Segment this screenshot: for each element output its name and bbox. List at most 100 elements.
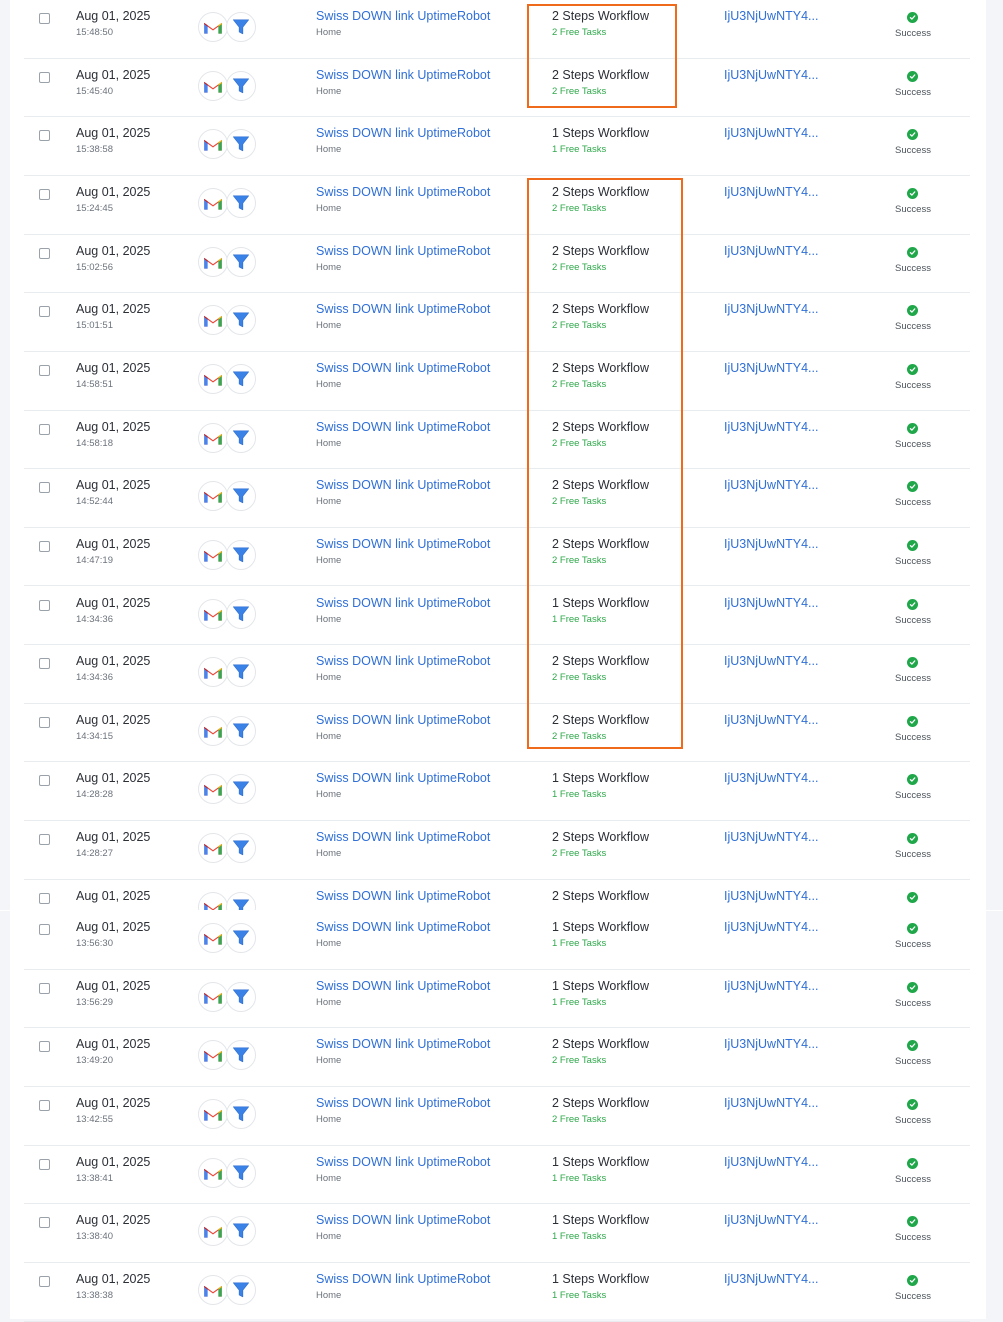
row-select-checkbox[interactable] [39, 658, 50, 670]
history-row[interactable]: Aug 01, 2025 15:01:51 Swiss DOWN link Upti… [24, 292, 970, 352]
history-row[interactable]: Aug 01, 2025 14:28:28 Swiss DOWN link Upti… [24, 761, 970, 822]
run-id-link[interactable]: IjU3NjUwNTY4... [724, 1096, 818, 1110]
run-id-link[interactable]: IjU3NjUwNTY4... [724, 1272, 818, 1286]
row-select-checkbox[interactable] [39, 13, 50, 24]
workflow-name-link[interactable]: Swiss DOWN link UptimeRobot [316, 244, 490, 258]
workflow-name-link[interactable]: Swiss DOWN link UptimeRobot [316, 126, 490, 140]
run-id-link[interactable]: IjU3NjUwNTY4... [724, 979, 818, 993]
run-id-link[interactable]: IjU3NjUwNTY4... [724, 889, 818, 903]
run-id-link[interactable]: IjU3NjUwNTY4... [724, 361, 818, 375]
history-row[interactable]: Aug 01, 2025 13:56:29 Swiss DOWN link Upti… [24, 969, 970, 1029]
history-row[interactable]: Aug 01, 2025 15:38:58 Swiss DOWN link Upti… [24, 116, 970, 176]
run-id-link[interactable]: IjU3NjUwNTY4... [724, 420, 818, 434]
row-select-checkbox[interactable] [39, 306, 50, 318]
history-row[interactable]: Aug 01, 2025 14:58:51 Swiss DOWN link Upti… [24, 351, 970, 411]
run-id-link[interactable]: IjU3NjUwNTY4... [724, 596, 818, 610]
run-id-link[interactable]: IjU3NjUwNTY4... [724, 654, 818, 668]
workflow-name-link[interactable]: Swiss DOWN link UptimeRobot [316, 361, 490, 375]
row-select-checkbox[interactable] [39, 364, 50, 376]
history-row[interactable]: Aug 01, 2025 13:49:20 Swiss DOWN link Upti… [24, 1027, 970, 1087]
workflow-name-link[interactable]: Swiss DOWN link UptimeRobot [316, 654, 490, 668]
history-row[interactable]: Aug 01, 2025 14:47:19 Swiss DOWN link Upti… [24, 527, 970, 587]
workflow-name-link[interactable]: Swiss DOWN link UptimeRobot [316, 1272, 490, 1286]
row-select-checkbox[interactable] [39, 71, 50, 83]
workflow-name-link[interactable]: Swiss DOWN link UptimeRobot [316, 713, 490, 727]
history-row[interactable]: Aug 01, 2025 15:24:45 Swiss DOWN link Upti… [24, 175, 970, 235]
history-row[interactable]: Aug 01, 2025 13:42:55 Swiss DOWN link Upti… [24, 1086, 970, 1146]
run-id-link[interactable]: IjU3NjUwNTY4... [724, 244, 818, 258]
history-row[interactable]: Aug 01, 2025 15:02:56 Swiss DOWN link Upti… [24, 234, 970, 294]
run-id-link[interactable]: IjU3NjUwNTY4... [724, 126, 818, 140]
history-row[interactable]: Aug 01, 2025 14:34:36 Swiss DOWN link Upti… [24, 586, 970, 646]
workflow-name-link[interactable]: Swiss DOWN link UptimeRobot [316, 185, 490, 199]
history-row[interactable]: Aug 01, 2025 13:38:38 Swiss DOWN link Upti… [24, 1262, 970, 1322]
run-id-link[interactable]: IjU3NjUwNTY4... [724, 1037, 818, 1051]
workflow-name-link[interactable]: Swiss DOWN link UptimeRobot [316, 771, 490, 785]
row-select-checkbox[interactable] [39, 482, 50, 494]
row-select-checkbox[interactable] [39, 1158, 50, 1170]
workflow-folder: Home [316, 613, 342, 625]
row-select-checkbox[interactable] [39, 775, 50, 787]
row-select-checkbox[interactable] [39, 247, 50, 259]
history-row[interactable]: Aug 01, 2025 13:38:41 Swiss DOWN link Upti… [24, 1145, 970, 1205]
workflow-name-link[interactable]: Swiss DOWN link UptimeRobot [316, 1096, 490, 1110]
row-select-checkbox[interactable] [39, 1041, 50, 1053]
workflow-name-link[interactable]: Swiss DOWN link UptimeRobot [316, 420, 490, 434]
run-time: 14:34:36 [76, 672, 113, 684]
run-id-link[interactable]: IjU3NjUwNTY4... [724, 478, 818, 492]
row-select-checkbox[interactable] [39, 188, 50, 200]
workflow-name-link[interactable]: Swiss DOWN link UptimeRobot [316, 537, 490, 551]
workflow-name-link[interactable]: Swiss DOWN link UptimeRobot [316, 920, 490, 934]
workflow-name-link[interactable]: Swiss DOWN link UptimeRobot [316, 830, 490, 844]
row-select-checkbox[interactable] [39, 924, 50, 935]
history-row[interactable]: Aug 01, 2025 14:28:27 Swiss DOWN link Upti… [24, 820, 970, 880]
run-id-link[interactable]: IjU3NjUwNTY4... [724, 9, 818, 23]
history-row[interactable]: Aug 01, 2025 14:58:18 Swiss DOWN link Upti… [24, 410, 970, 470]
run-id-link[interactable]: IjU3NjUwNTY4... [724, 920, 818, 934]
history-row[interactable]: Aug 01, 2025 14:34:36 Swiss DOWN link Upti… [24, 644, 970, 704]
run-id-link[interactable]: IjU3NjUwNTY4... [724, 185, 818, 199]
workflow-name-link[interactable]: Swiss DOWN link UptimeRobot [316, 1155, 490, 1169]
row-select-checkbox[interactable] [39, 892, 50, 904]
row-select-checkbox[interactable] [39, 1217, 50, 1229]
workflow-name-link[interactable]: Swiss DOWN link UptimeRobot [316, 1037, 490, 1051]
run-id-link[interactable]: IjU3NjUwNTY4... [724, 771, 818, 785]
row-select-checkbox[interactable] [39, 599, 50, 611]
workflow-name-link[interactable]: Swiss DOWN link UptimeRobot [316, 596, 490, 610]
run-id-link[interactable]: IjU3NjUwNTY4... [724, 302, 818, 316]
history-row[interactable]: Aug 01, 2025 15:48:50 Swiss DOWN link Upti… [24, 0, 970, 59]
run-time: 15:38:58 [76, 144, 113, 156]
history-row[interactable]: Aug 01, 2025 14:34:15 Swiss DOWN link Upti… [24, 703, 970, 763]
history-row[interactable]: Aug 01, 2025 13:56:30 Swiss DOWN link Upti… [24, 910, 970, 970]
run-id-link[interactable]: IjU3NjUwNTY4... [724, 1155, 818, 1169]
workflow-name-link[interactable]: Swiss DOWN link UptimeRobot [316, 979, 490, 993]
row-select-checkbox[interactable] [39, 540, 50, 552]
row-select-checkbox[interactable] [39, 130, 50, 142]
row-select-checkbox[interactable] [39, 1099, 50, 1111]
row-select-checkbox[interactable] [39, 716, 50, 728]
history-row[interactable]: Aug 01, 2025 15:45:40 Swiss DOWN link Upti… [24, 58, 970, 118]
workflow-name-link[interactable]: Swiss DOWN link UptimeRobot [316, 478, 490, 492]
page-scrollbar-track[interactable] [986, 0, 1003, 1319]
run-id-link[interactable]: IjU3NjUwNTY4... [724, 68, 818, 82]
run-time: 14:58:51 [76, 378, 113, 390]
row-select-checkbox[interactable] [39, 982, 50, 994]
workflow-name-link[interactable]: Swiss DOWN link UptimeRobot [316, 68, 490, 82]
run-id-link[interactable]: IjU3NjUwNTY4... [724, 830, 818, 844]
history-row[interactable]: Aug 01, 2025 Swiss DOWN link UptimeRobot 2… [24, 879, 970, 910]
workflow-name-link[interactable]: Swiss DOWN link UptimeRobot [316, 1213, 490, 1227]
success-check-icon [907, 305, 918, 317]
history-row[interactable]: Aug 01, 2025 13:38:40 Swiss DOWN link Upti… [24, 1203, 970, 1263]
history-row[interactable]: Aug 01, 2025 14:52:44 Swiss DOWN link Upti… [24, 468, 970, 528]
row-select-checkbox[interactable] [39, 1275, 50, 1287]
workflow-name-link[interactable]: Swiss DOWN link UptimeRobot [316, 9, 490, 23]
row-select-checkbox[interactable] [39, 834, 50, 846]
row-select-checkbox[interactable] [39, 423, 50, 435]
workflow-name-link[interactable]: Swiss DOWN link UptimeRobot [316, 302, 490, 316]
run-id-link[interactable]: IjU3NjUwNTY4... [724, 1213, 818, 1227]
run-date: Aug 01, 2025 [76, 1095, 151, 1110]
workflow-name-link[interactable]: Swiss DOWN link UptimeRobot [316, 889, 490, 903]
run-id-link[interactable]: IjU3NjUwNTY4... [724, 537, 818, 551]
run-id-link[interactable]: IjU3NjUwNTY4... [724, 713, 818, 727]
workflow-folder: Home [316, 1055, 342, 1067]
